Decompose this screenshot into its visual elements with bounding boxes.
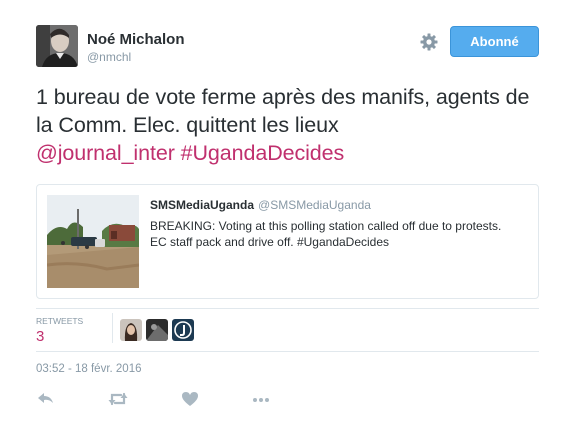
retweets-label[interactable]: RETWEETS xyxy=(36,316,83,326)
divider-top xyxy=(36,308,539,309)
retweeter-avatar[interactable] xyxy=(146,319,168,341)
quoted-author-name[interactable]: SMSMediaUganda xyxy=(150,198,254,212)
more-icon[interactable] xyxy=(251,390,271,408)
author-handle[interactable]: @nmchl xyxy=(87,50,131,64)
author-name[interactable]: Noé Michalon xyxy=(87,31,185,48)
gear-icon[interactable] xyxy=(419,32,439,52)
quoted-tweet-text: BREAKING: Voting at this polling station… xyxy=(150,219,502,249)
quoted-tweet-card[interactable]: SMSMediaUganda @SMSMediaUganda BREAKING: … xyxy=(36,184,539,299)
quoted-tweet-photo[interactable] xyxy=(47,195,139,288)
heart-icon[interactable] xyxy=(180,390,200,408)
quoted-author[interactable]: SMSMediaUganda @SMSMediaUganda xyxy=(150,198,371,212)
divider-bottom xyxy=(36,351,539,352)
follow-button[interactable]: Abonné xyxy=(450,26,539,57)
hashtag-link[interactable]: #UgandaDecides xyxy=(181,141,345,165)
retweet-icon[interactable] xyxy=(107,390,129,408)
author-avatar[interactable] xyxy=(36,25,78,67)
retweets-count[interactable]: 3 xyxy=(36,328,44,345)
tweet-body: 1 bureau de vote ferme après des manifs,… xyxy=(36,85,530,137)
quoted-author-handle[interactable]: @SMSMediaUganda xyxy=(258,198,371,212)
retweeter-avatar[interactable] xyxy=(172,319,194,341)
retweeter-avatar[interactable] xyxy=(120,319,142,341)
tweet-text: 1 bureau de vote ferme après des manifs,… xyxy=(36,83,546,167)
stats-separator xyxy=(112,313,113,343)
mention-link[interactable]: @journal_inter xyxy=(36,141,175,165)
tweet-timestamp[interactable]: 03:52 - 18 févr. 2016 xyxy=(36,363,142,375)
reply-icon[interactable] xyxy=(36,390,56,408)
